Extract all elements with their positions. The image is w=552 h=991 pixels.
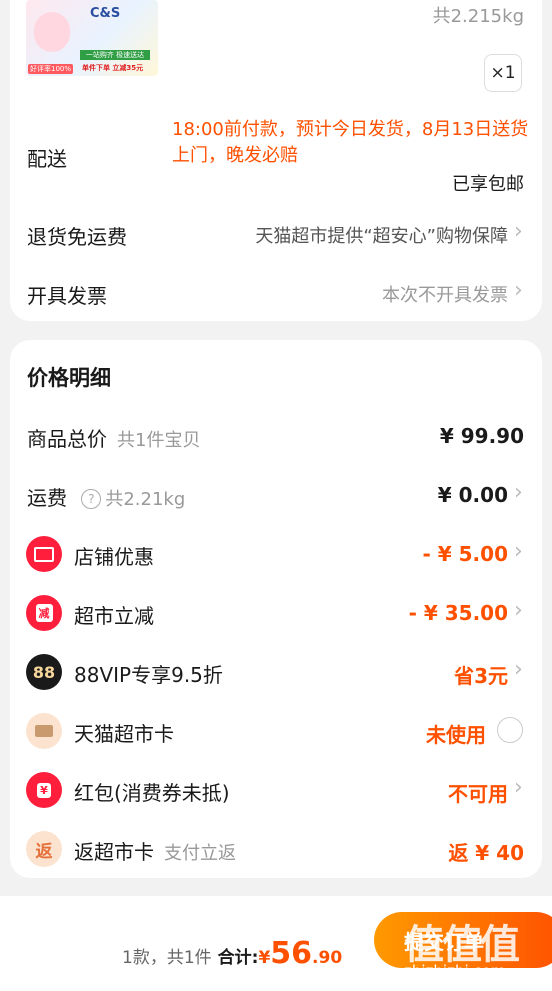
row-sub: 共1件宝贝	[117, 430, 201, 451]
shop-discount-value: - ¥ 5.00	[422, 542, 509, 566]
rebate-value: 返 ¥ 40	[448, 841, 524, 865]
thumb-strip: 一站购齐 极速送达	[80, 50, 150, 60]
red-packet-icon: ¥	[26, 772, 62, 808]
red-packet-value: 不可用	[448, 782, 508, 806]
return-shipping-value: 天猫超市提供“超安心”购物保障	[255, 226, 508, 247]
item-count: 1款，共1件	[122, 948, 212, 968]
chevron-right-icon: ›	[514, 278, 523, 303]
vip-discount-value: 省3元	[454, 664, 508, 688]
chevron-right-icon: ›	[514, 480, 523, 505]
shipping-fee-value: ¥ 0.00	[437, 483, 508, 507]
order-summary: 1款，共1件 合计:¥56.90	[122, 936, 342, 971]
chevron-right-icon: ›	[514, 219, 523, 244]
product-weight: 共2.215kg	[432, 6, 524, 27]
row-label: 超市立减	[74, 604, 154, 628]
thumb-tag: 好评率100%	[28, 64, 74, 74]
use-card-radio[interactable]	[497, 717, 523, 743]
rebate-icon: 返	[26, 831, 62, 867]
supermarket-card-value: 未使用	[426, 723, 486, 747]
row-label: 88VIP专享9.5折	[74, 663, 223, 687]
card-icon	[26, 713, 62, 749]
instant-discount-value: - ¥ 35.00	[408, 601, 508, 625]
vip88-icon: 88	[26, 654, 62, 690]
product-thumbnail[interactable]: C&S 一站购齐 极速送达 单件下单 立减35元 好评率100%	[26, 0, 158, 76]
ticket-icon	[26, 536, 62, 572]
row-label: 商品总价 共1件宝贝	[27, 427, 201, 451]
total-amount: ¥56.90	[258, 936, 343, 971]
chevron-right-icon: ›	[514, 598, 523, 623]
row-label: 天猫超市卡	[74, 722, 174, 746]
chevron-right-icon: ›	[514, 539, 523, 564]
help-icon[interactable]: ?	[81, 489, 102, 509]
return-shipping-label: 退货免运费	[27, 225, 127, 249]
discount-icon: 减	[26, 595, 62, 631]
thumb-promo: 单件下单 立减35元	[82, 64, 144, 72]
row-label: 店铺优惠	[74, 545, 154, 569]
total-label: 合计:	[217, 948, 259, 968]
price-detail-title: 价格明细	[27, 366, 111, 390]
goods-total-value: ¥ 99.90	[439, 424, 524, 448]
invoice-value: 本次不开具发票	[382, 285, 508, 306]
delivery-label: 配送	[27, 147, 67, 171]
row-label: 红包(消费券未抵)	[74, 781, 230, 805]
row-sub: 支付立返	[164, 843, 236, 864]
chevron-right-icon: ›	[514, 775, 523, 800]
row-label: 返超市卡 支付立返	[74, 840, 236, 864]
row-sub: 共2.21kg	[105, 489, 186, 510]
mascot-graphic	[34, 12, 70, 52]
invoice-label: 开具发票	[27, 284, 107, 308]
delivery-note: 18:00前付款，预计今日发货，8月13日送货上门，晚发必赔	[172, 119, 529, 166]
row-label: 运费 ? 共2.21kg	[27, 486, 186, 510]
chevron-right-icon: ›	[514, 657, 523, 682]
thumb-brand: C&S	[90, 6, 121, 21]
watermark-site: zhizhizhi.com	[404, 962, 506, 980]
quantity-stepper[interactable]: ×1	[484, 54, 522, 92]
shipping-status: 已享包邮	[452, 174, 524, 195]
